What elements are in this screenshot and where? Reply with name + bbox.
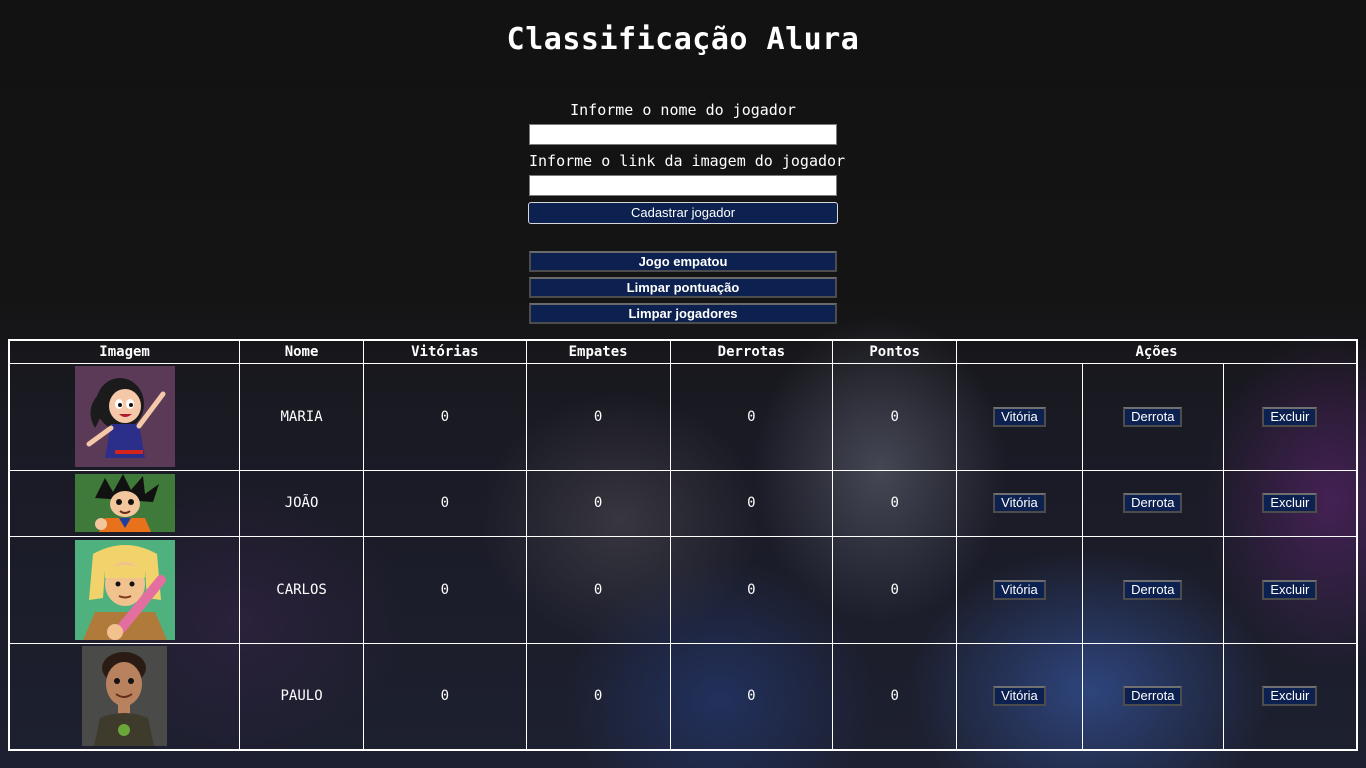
draws-value: 0 [525, 535, 671, 644]
header-actions: Ações [956, 339, 1358, 364]
delete-action-cell: Excluir [1222, 535, 1358, 644]
wins-value: 0 [362, 535, 527, 644]
player-name-input[interactable] [529, 124, 837, 145]
win-action-cell: Vitória [956, 469, 1083, 537]
header-draws: Empates [525, 339, 671, 364]
ranking-table: Imagem Nome Vitórias Empates Derrotas Po… [8, 339, 1358, 751]
table-row: MARIA 0 0 0 0 Vitória Derrota Excluir [8, 362, 1358, 471]
delete-action-cell: Excluir [1222, 469, 1358, 537]
player-name: PAULO [239, 642, 364, 751]
clear-score-button[interactable]: Limpar pontuação [529, 277, 837, 298]
player-form: Informe o nome do jogador Informe o link… [528, 100, 846, 224]
losses-value: 0 [669, 469, 834, 537]
win-action-cell: Vitória [956, 642, 1083, 751]
draws-value: 0 [525, 469, 671, 537]
win-button[interactable]: Vitória [993, 579, 1046, 600]
win-button[interactable]: Vitória [993, 493, 1046, 513]
loss-button[interactable]: Derrota [1123, 686, 1183, 707]
win-button[interactable]: Vitória [993, 686, 1046, 707]
points-value: 0 [832, 469, 958, 537]
draw-button[interactable]: Jogo empatou [529, 251, 837, 272]
delete-button[interactable]: Excluir [1262, 579, 1318, 600]
table-row: CARLOS 0 0 0 0 Vitória Derrota Excluir [8, 535, 1358, 644]
header-losses: Derrotas [669, 339, 834, 364]
loss-button[interactable]: Derrota [1123, 579, 1183, 600]
page-title: Classificação Alura [506, 22, 860, 57]
losses-value: 0 [669, 362, 834, 471]
header-points: Pontos [832, 339, 958, 364]
win-action-cell: Vitória [956, 535, 1083, 644]
loss-action-cell: Derrota [1081, 469, 1224, 537]
loss-action-cell: Derrota [1081, 535, 1224, 644]
avatar-cell [8, 535, 241, 644]
delete-action-cell: Excluir [1222, 362, 1358, 471]
cartoon-boy-avatar [74, 474, 175, 532]
points-value: 0 [832, 535, 958, 644]
delete-button[interactable]: Excluir [1262, 686, 1318, 707]
delete-action-cell: Excluir [1222, 642, 1358, 751]
wins-value: 0 [362, 362, 527, 471]
clear-players-button[interactable]: Limpar jogadores [529, 303, 837, 324]
draws-value: 0 [525, 362, 671, 471]
player-name: MARIA [239, 362, 364, 471]
name-label: Informe o nome do jogador [570, 101, 796, 119]
table-row: PAULO 0 0 0 0 Vitória Derrota Excluir [8, 642, 1358, 751]
table-row: JOÃO 0 0 0 0 Vitória Derrota Excluir [8, 469, 1358, 537]
win-action-cell: Vitória [956, 362, 1083, 471]
losses-value: 0 [669, 535, 834, 644]
player-name: CARLOS [239, 535, 364, 644]
wins-value: 0 [362, 642, 527, 751]
points-value: 0 [832, 362, 958, 471]
3d-boy-avatar [82, 646, 168, 747]
cartoon-girl-avatar [74, 366, 175, 467]
win-button[interactable]: Vitória [993, 406, 1046, 427]
avatar-cell [8, 362, 241, 471]
loss-action-cell: Derrota [1081, 642, 1224, 751]
wins-value: 0 [362, 469, 527, 537]
game-actions: Jogo empatou Limpar pontuação Limpar jog… [529, 251, 837, 329]
points-value: 0 [832, 642, 958, 751]
table-header-row: Imagem Nome Vitórias Empates Derrotas Po… [8, 339, 1358, 364]
loss-button[interactable]: Derrota [1123, 493, 1183, 513]
header-wins: Vitórias [362, 339, 527, 364]
delete-button[interactable]: Excluir [1262, 493, 1318, 513]
delete-button[interactable]: Excluir [1262, 406, 1318, 427]
cartoon-hero-avatar [74, 539, 175, 640]
loss-button[interactable]: Derrota [1123, 406, 1183, 427]
losses-value: 0 [669, 642, 834, 751]
player-image-input[interactable] [529, 175, 837, 196]
register-player-button[interactable]: Cadastrar jogador [528, 202, 838, 224]
player-name: JOÃO [239, 469, 364, 537]
loss-action-cell: Derrota [1081, 362, 1224, 471]
draws-value: 0 [525, 642, 671, 751]
avatar-cell [8, 642, 241, 751]
header-name: Nome [239, 339, 364, 364]
header-image: Imagem [8, 339, 241, 364]
avatar-cell [8, 469, 241, 537]
image-link-label: Informe o link da imagem do jogador [529, 152, 846, 170]
